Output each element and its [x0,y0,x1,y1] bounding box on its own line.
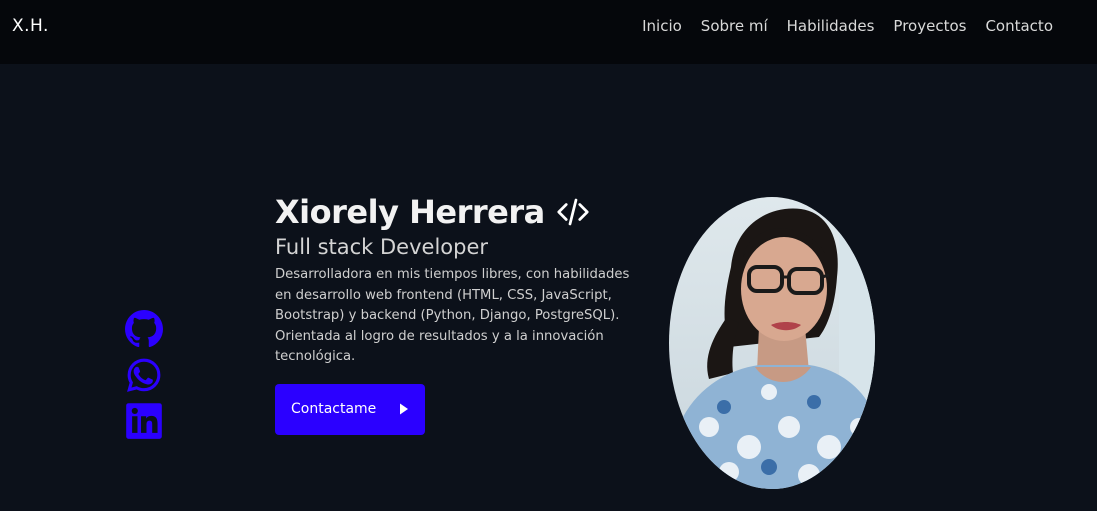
hero-heading: Xiorely Herrera [275,193,645,231]
contact-button[interactable]: Contactame [275,383,425,435]
profile-photo [669,197,875,489]
whatsapp-link[interactable] [125,356,163,394]
play-triangle-icon [399,403,409,415]
brand-logo[interactable]: X.H. [12,16,49,36]
nav-link-contacto[interactable]: Contacto [985,17,1053,35]
nav-link-proyectos[interactable]: Proyectos [893,17,966,35]
navbar: X.H. Inicio Sobre mí Habilidades Proyect… [0,0,1097,64]
hero-bio: Desarrolladora en mis tiempos libres, co… [275,267,630,364]
whatsapp-icon [127,358,161,392]
github-link[interactable] [125,310,163,348]
github-icon [125,310,163,348]
nav-links: Inicio Sobre mí Habilidades Proyectos Co… [642,17,1053,35]
hero-section: Xiorely Herrera Full stack Developer Des… [275,193,645,435]
hero-role: Full stack Developer [275,235,489,259]
social-links [125,310,165,448]
linkedin-link[interactable] [125,402,163,440]
nav-link-inicio[interactable]: Inicio [642,17,682,35]
hero-name: Xiorely Herrera [275,193,545,231]
nav-link-habilidades[interactable]: Habilidades [787,17,875,35]
nav-link-sobre-mi[interactable]: Sobre mí [701,17,768,35]
contact-button-label: Contactame [291,401,377,417]
linkedin-icon [126,403,162,439]
code-icon [555,194,591,230]
